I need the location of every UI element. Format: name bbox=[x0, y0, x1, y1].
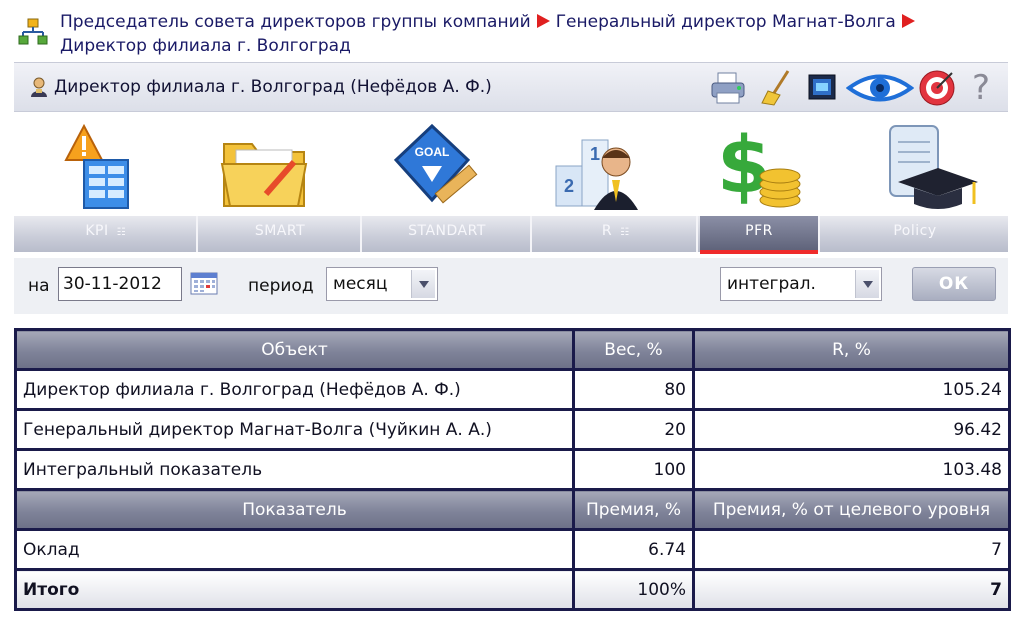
cell-object: Интегральный показатель bbox=[14, 448, 575, 491]
tab-policy[interactable]: Policy bbox=[822, 216, 1008, 252]
table-header-row: Объект Вес, % R, % bbox=[14, 328, 1011, 371]
smart-folder-icon[interactable] bbox=[214, 120, 314, 220]
kpi-icon[interactable] bbox=[54, 120, 154, 220]
svg-text:GOAL: GOAL bbox=[415, 145, 450, 159]
breadcrumb-item-branch-director[interactable]: Директор филиала г. Волгоград bbox=[60, 36, 351, 56]
breadcrumb: Председатель совета директоров группы ко… bbox=[14, 4, 1014, 62]
tab-pfr-label: PFR bbox=[745, 223, 773, 239]
tab-kpi[interactable]: KPI ☷ bbox=[14, 216, 198, 252]
calendar-icon[interactable] bbox=[190, 271, 218, 295]
svg-text:1: 1 bbox=[590, 144, 600, 164]
ok-button[interactable]: ОК bbox=[912, 267, 996, 301]
user-icon bbox=[31, 77, 47, 97]
screen-icon[interactable] bbox=[806, 69, 838, 107]
tab-r[interactable]: R ☷ bbox=[534, 216, 698, 252]
cell-r: 103.48 bbox=[692, 448, 1011, 491]
period-label: период bbox=[248, 276, 314, 296]
tab-kpi-label: KPI bbox=[85, 223, 109, 239]
page-title: Директор филиала г. Волгоград (Нефёдов А… bbox=[54, 77, 492, 97]
cell-weight: 20 bbox=[572, 408, 695, 451]
breadcrumb-text: Председатель совета директоров группы ко… bbox=[60, 10, 940, 58]
table-total-row: Итого 100% 7 bbox=[14, 568, 1011, 611]
column-header-bonus: Премия, % bbox=[572, 488, 695, 531]
broom-icon[interactable] bbox=[760, 69, 794, 107]
org-structure-icon bbox=[18, 18, 48, 45]
mode-select[interactable]: интеграл. bbox=[720, 267, 882, 301]
table-row: Генеральный директор Магнат-Волга (Чуйки… bbox=[14, 408, 1011, 451]
cell-object: Генеральный директор Магнат-Волга (Чуйки… bbox=[14, 408, 575, 451]
tab-r-list-icon: ☷ bbox=[620, 227, 629, 238]
cell-r: 96.42 bbox=[692, 408, 1011, 451]
rating-podium-icon[interactable]: 2 1 bbox=[548, 120, 648, 220]
mode-select-value: интеграл. bbox=[727, 274, 816, 294]
cell-total-bonus: 100% bbox=[572, 568, 695, 611]
column-header-indicator: Показатель bbox=[14, 488, 575, 531]
cell-bonus: 6.74 bbox=[572, 528, 695, 571]
cell-weight: 100 bbox=[572, 448, 695, 491]
column-header-r: R, % bbox=[692, 328, 1011, 371]
table-row: Оклад 6.74 7 bbox=[14, 528, 1011, 571]
cell-total-bonus-target: 7 bbox=[692, 568, 1011, 611]
chevron-down-icon[interactable] bbox=[855, 270, 879, 298]
column-header-object: Объект bbox=[14, 328, 575, 371]
filter-bar: на период месяц интеграл. ОК bbox=[14, 258, 1008, 314]
printer-icon[interactable] bbox=[708, 69, 748, 107]
chevron-down-icon[interactable] bbox=[411, 270, 435, 298]
breadcrumb-item-general-director[interactable]: Генеральный директор Магнат-Волга bbox=[556, 12, 896, 32]
dollar-coins-icon[interactable]: $ bbox=[710, 120, 810, 220]
target-icon[interactable] bbox=[918, 69, 956, 107]
goal-standart-icon[interactable]: GOAL bbox=[382, 120, 482, 220]
table-row: Директор филиала г. Волгоград (Нефёдов А… bbox=[14, 368, 1011, 411]
column-header-bonus-target: Премия, % от целевого уровня bbox=[692, 488, 1011, 531]
help-icon[interactable]: ? bbox=[966, 69, 996, 107]
tab-standart[interactable]: STANDART bbox=[364, 216, 532, 252]
module-bar: GOAL 2 1 $ KPI☷ SMART STANDART R☷ PFR bbox=[14, 112, 1008, 256]
cell-object: Директор филиала г. Волгоград (Нефёдов А… bbox=[14, 368, 575, 411]
breadcrumb-arrow-icon bbox=[901, 14, 915, 28]
table-header-row: Показатель Премия, % Премия, % от целево… bbox=[14, 488, 1011, 531]
cell-total-label: Итого bbox=[14, 568, 575, 611]
period-select-value: месяц bbox=[333, 274, 388, 294]
breadcrumb-item-chairman[interactable]: Председатель совета директоров группы ко… bbox=[60, 12, 531, 32]
breadcrumb-arrow-icon bbox=[536, 14, 550, 28]
tab-r-label: R bbox=[601, 223, 613, 239]
eye-icon[interactable] bbox=[846, 69, 914, 107]
results-table: Объект Вес, % R, % Директор филиала г. В… bbox=[14, 328, 1011, 611]
period-select[interactable]: месяц bbox=[326, 267, 438, 301]
header-bar: Директор филиала г. Волгоград (Нефёдов А… bbox=[14, 62, 1008, 112]
cell-weight: 80 bbox=[572, 368, 695, 411]
table-row: Интегральный показатель 100 103.48 bbox=[14, 448, 1011, 491]
cell-indicator: Оклад bbox=[14, 528, 575, 571]
tab-policy-label: Policy bbox=[893, 223, 937, 239]
date-input[interactable] bbox=[58, 267, 182, 301]
cell-r: 105.24 bbox=[692, 368, 1011, 411]
module-tabs: KPI ☷ SMART STANDART R ☷ PFR Policy bbox=[14, 216, 1008, 254]
tab-kpi-list-icon: ☷ bbox=[116, 227, 126, 238]
tab-pfr[interactable]: PFR bbox=[700, 216, 820, 254]
date-label: на bbox=[28, 276, 50, 296]
tab-smart[interactable]: SMART bbox=[200, 216, 362, 252]
tab-smart-label: SMART bbox=[254, 223, 306, 239]
tab-standart-label: STANDART bbox=[408, 223, 486, 239]
svg-text:2: 2 bbox=[564, 176, 574, 196]
policy-scroll-icon[interactable] bbox=[878, 120, 978, 220]
column-header-weight: Вес, % bbox=[572, 328, 695, 371]
cell-bonus-target: 7 bbox=[692, 528, 1011, 571]
